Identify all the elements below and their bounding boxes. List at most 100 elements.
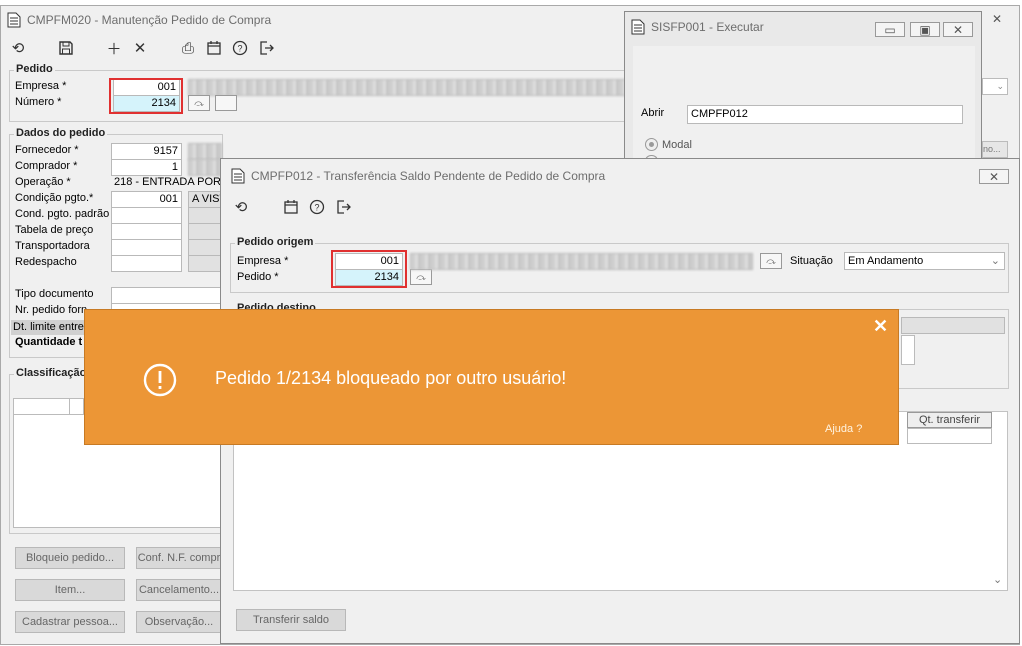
cond-padrao-desc <box>188 207 222 224</box>
search-button[interactable]: ⤼ <box>410 269 432 285</box>
condicao-label: Condição pgto.* <box>15 192 94 204</box>
condicao-desc: A VIST <box>188 191 222 208</box>
exit-icon[interactable] <box>330 196 356 218</box>
tabela-label: Tabela de preço <box>15 224 94 236</box>
lookup-button[interactable] <box>215 95 237 111</box>
document-icon <box>631 19 645 35</box>
transfer-titlebar: CMPFP012 - Transferência Saldo Pendente … <box>221 159 1019 193</box>
add-icon[interactable]: ＋ <box>101 37 127 59</box>
cond-padrao-input[interactable] <box>111 207 182 224</box>
svg-text:?: ? <box>237 44 242 54</box>
highlight-box <box>331 250 407 288</box>
condicao-input[interactable]: 001 <box>111 191 182 208</box>
calendar-icon[interactable] <box>201 37 227 59</box>
redespacho-input[interactable] <box>111 255 182 272</box>
destino-field <box>901 317 1005 334</box>
search-button[interactable]: ⤼ <box>188 95 210 111</box>
column-header[interactable] <box>70 399 84 414</box>
fornecedor-label: Fornecedor * <box>15 144 79 156</box>
column-header[interactable] <box>14 399 70 414</box>
redespacho-desc <box>188 255 222 272</box>
bloqueio-button[interactable]: Bloqueio pedido... <box>15 547 125 569</box>
minimize-button[interactable]: ▭ <box>875 22 905 37</box>
refresh-icon[interactable]: ⟲ <box>5 37 31 59</box>
main-toolbar: ⟲ ＋ ✕ ⎙ ? <box>5 37 279 59</box>
transportadora-label: Transportadora <box>15 240 90 252</box>
transfer-toolbar: ⟲ ? <box>228 196 356 218</box>
comprador-input[interactable]: 1 <box>111 159 182 176</box>
save-icon[interactable] <box>53 37 79 59</box>
dados-legend: Dados do pedido <box>14 127 108 139</box>
fornecedor-desc <box>188 143 222 160</box>
executar-window: SISFP001 - Executar ▭ ▣ ✕ Abrir CMPFP012… <box>624 11 982 161</box>
exit-icon[interactable] <box>253 37 279 59</box>
empresa-label: Empresa * <box>15 80 67 92</box>
main-dropdown-stub[interactable]: ⌄ <box>982 78 1008 95</box>
redespacho-label: Redespacho <box>15 256 77 268</box>
print-icon[interactable]: ⎙ <box>175 37 201 59</box>
situacao-select[interactable]: Em Andamento ⌄ <box>844 252 1005 270</box>
maximize-button[interactable]: ▣ <box>910 22 940 37</box>
alert-help-link[interactable]: Ajuda ? <box>825 423 862 435</box>
chevron-down-icon: ⌄ <box>990 255 1000 267</box>
svg-text:?: ? <box>314 203 319 213</box>
abrir-label: Abrir <box>641 107 665 119</box>
origem-legend: Pedido origem <box>235 236 316 248</box>
cancelamento-button[interactable]: Cancelamento... <box>136 579 222 601</box>
search-button[interactable]: ⤼ <box>760 253 782 269</box>
exclamation-icon <box>143 363 177 397</box>
help-icon[interactable]: ? <box>304 196 330 218</box>
cond-padrao-label: Cond. pgto. padrão <box>15 208 110 220</box>
situacao-label: Situação <box>790 255 833 267</box>
comprador-desc <box>188 159 222 176</box>
abrir-input[interactable]: CMPFP012 <box>687 105 963 124</box>
refresh-icon[interactable]: ⟲ <box>228 196 254 218</box>
scroll-down-icon[interactable]: ⌄ <box>993 573 1002 586</box>
operacao-label: Operação * <box>15 176 71 188</box>
conf-nf-button[interactable]: Conf. N.F. compr <box>136 547 222 569</box>
delete-icon[interactable]: ✕ <box>127 37 153 59</box>
modal-label: Modal <box>662 139 692 151</box>
transfer-close-button[interactable]: ✕ <box>979 169 1009 184</box>
calendar-icon[interactable] <box>278 196 304 218</box>
qt-transferir-cell[interactable] <box>907 428 992 444</box>
transportadora-input[interactable] <box>111 239 182 256</box>
main-window-title: CMPFM020 - Manutenção Pedido de Compra <box>27 13 272 27</box>
comprador-label: Comprador * <box>15 160 78 172</box>
main-close-button[interactable]: ✕ <box>986 12 1008 28</box>
help-icon[interactable]: ? <box>227 37 253 59</box>
destino-list[interactable] <box>901 335 915 365</box>
transferir-button[interactable]: Transferir saldo <box>236 609 346 631</box>
origem-pedido-label: Pedido * <box>237 271 279 283</box>
origem-empresa-label: Empresa * <box>237 255 289 267</box>
tipo-doc-label: Tipo documento <box>15 288 94 300</box>
executar-title: SISFP001 - Executar <box>651 20 764 34</box>
origem-empresa-name <box>410 253 753 270</box>
observacao-button[interactable]: Observação... <box>136 611 222 633</box>
tipo-doc-input[interactable] <box>111 287 223 304</box>
transportadora-desc <box>188 239 222 256</box>
quantidade-label: Quantidade t <box>15 336 83 348</box>
tabela-desc <box>188 223 222 240</box>
main-button-stub[interactable]: no... <box>982 141 1008 158</box>
modal-radio[interactable] <box>645 138 658 151</box>
classificacao-legend: Classificação <box>14 367 89 379</box>
item-button[interactable]: Item... <box>15 579 125 601</box>
fornecedor-input[interactable]: 9157 <box>111 143 182 160</box>
document-icon <box>231 168 245 184</box>
alert-toast: Pedido 1/2134 bloqueado por outro usuári… <box>84 309 899 445</box>
executar-close-button[interactable]: ✕ <box>943 22 973 37</box>
operacao-select[interactable]: 218 - ENTRADA POR V <box>111 175 223 192</box>
cadastrar-button[interactable]: Cadastrar pessoa... <box>15 611 125 633</box>
pedido-legend: Pedido <box>14 63 55 75</box>
numero-label: Número * <box>15 96 62 108</box>
nr-pedido-label: Nr. pedido forn <box>15 304 88 316</box>
alert-close-button[interactable]: ✕ <box>873 316 888 337</box>
alert-message: Pedido 1/2134 bloqueado por outro usuári… <box>215 368 567 388</box>
qt-transferir-header[interactable]: Qt. transferir <box>907 412 992 428</box>
tabela-input[interactable] <box>111 223 182 240</box>
